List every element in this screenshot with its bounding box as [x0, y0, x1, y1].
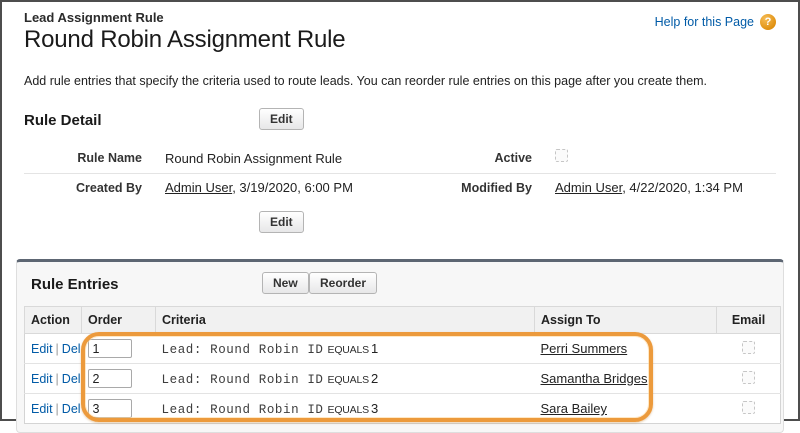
action-cell: Edit | Del	[24, 393, 82, 424]
action-cell: Edit | Del	[24, 333, 82, 364]
order-input[interactable]	[87, 369, 132, 388]
header-assign-to: Assign To	[534, 306, 717, 334]
rule-detail-heading: Rule Detail	[24, 112, 102, 129]
help-question-icon[interactable]: ?	[760, 14, 776, 30]
edit-button-bottom[interactable]: Edit	[259, 211, 304, 233]
salesforce-setup-page: { "page": { "breadcrumb": "Lead Assignme…	[0, 0, 800, 433]
rule-detail-fields: Rule Name Round Robin Assignment Rule Ac…	[24, 143, 776, 201]
action-separator: |	[55, 401, 59, 416]
assign-to-cell: Perri Summers	[534, 333, 717, 364]
detail-bottom-button-row: Edit	[24, 211, 776, 237]
criteria-field: Lead: Round Robin ID	[161, 402, 324, 417]
created-by-value: Admin User, 3/19/2020, 6:00 PM	[165, 180, 405, 195]
rule-entries-section: Rule Entries New Reorder Action Order Cr…	[16, 259, 784, 433]
created-by-user-link[interactable]: Admin User	[165, 180, 232, 195]
page-description: Add rule entries that specify the criter…	[24, 74, 708, 88]
rule-entries-header: Rule Entries New Reorder	[24, 272, 776, 298]
active-checkbox	[555, 149, 568, 162]
reorder-button[interactable]: Reorder	[309, 272, 378, 294]
assign-to-link[interactable]: Perri Summers	[541, 341, 628, 356]
rule-entries-table: Action Order Criteria Assign To Email Ed…	[24, 306, 781, 424]
order-cell	[81, 333, 156, 364]
order-input[interactable]	[87, 339, 132, 358]
criteria-cell: Lead: Round Robin ID EQUALS 3	[155, 393, 535, 424]
modified-by-date: , 4/22/2020, 1:34 PM	[622, 180, 743, 195]
modified-by-value: Admin User, 4/22/2020, 1:34 PM	[555, 180, 776, 195]
modified-by-user-link[interactable]: Admin User	[555, 180, 622, 195]
created-by-date: , 3/19/2020, 6:00 PM	[232, 180, 353, 195]
edit-link[interactable]: Edit	[31, 402, 53, 416]
criteria-field: Lead: Round Robin ID	[161, 342, 324, 357]
criteria-field: Lead: Round Robin ID	[161, 372, 324, 387]
criteria-operator: EQUALS	[327, 343, 370, 356]
active-checkbox-wrap	[555, 149, 776, 167]
table-row: Edit|Del Lead: Round Robin IDEQUALS1 Per…	[24, 333, 781, 364]
criteria-value: 1	[370, 340, 379, 356]
email-cell	[716, 363, 781, 394]
criteria-operator: EQUALS	[327, 403, 370, 416]
modified-by-label: Modified By	[461, 180, 532, 195]
order-cell	[81, 393, 156, 424]
email-cell	[716, 393, 781, 424]
criteria-value: 3	[370, 400, 379, 416]
del-link[interactable]: Del	[62, 372, 81, 386]
criteria-value: 2	[370, 370, 379, 386]
edit-link[interactable]: Edit	[31, 342, 53, 356]
action-separator: |	[55, 341, 59, 356]
criteria-cell: Lead: Round Robin ID EQUALS 2	[155, 363, 535, 394]
detail-row-2: Created By Admin User, 3/19/2020, 6:00 P…	[24, 174, 776, 201]
new-button[interactable]: New	[262, 272, 309, 294]
assign-to-link[interactable]: Samantha Bridges	[541, 371, 648, 386]
table-row: Edit|Del Lead: Round Robin IDEQUALS3 Sar…	[24, 393, 781, 424]
header-email: Email	[716, 306, 781, 334]
assign-to-link[interactable]: Sara Bailey	[541, 401, 607, 416]
header-action: Action	[24, 306, 82, 334]
active-label: Active	[494, 151, 532, 165]
assign-to-cell: Sara Bailey	[534, 393, 717, 424]
edit-link[interactable]: Edit	[31, 372, 53, 386]
action-cell: Edit | Del	[24, 363, 82, 394]
del-link[interactable]: Del	[62, 402, 81, 416]
email-checkbox	[741, 400, 755, 414]
table-row: Edit|Del Lead: Round Robin IDEQUALS2 Sam…	[24, 363, 781, 394]
assign-to-cell: Samantha Bridges	[534, 363, 717, 394]
order-input[interactable]	[87, 399, 132, 418]
page: Lead Assignment Rule Round Robin Assignm…	[2, 2, 798, 237]
rule-detail-section: Rule Detail Edit Rule Name Round Robin A…	[24, 108, 776, 237]
email-checkbox	[741, 340, 755, 354]
detail-row-1: Rule Name Round Robin Assignment Rule Ac…	[24, 143, 776, 174]
email-cell	[716, 333, 781, 364]
rule-name-value: Round Robin Assignment Rule	[165, 150, 343, 166]
order-cell	[81, 363, 156, 394]
header-order: Order	[81, 306, 156, 334]
criteria-operator: EQUALS	[327, 373, 370, 386]
table-header-row: Action Order Criteria Assign To Email	[24, 306, 781, 334]
email-checkbox	[741, 370, 755, 384]
created-by-label: Created By	[76, 180, 142, 195]
header-criteria: Criteria	[155, 306, 535, 334]
rule-entries-heading: Rule Entries	[31, 276, 119, 293]
edit-button-top[interactable]: Edit	[259, 108, 304, 130]
help-link-label: Help for this Page	[654, 15, 754, 29]
criteria-cell: Lead: Round Robin ID EQUALS 1	[155, 333, 535, 364]
help-link[interactable]: Help for this Page ?	[655, 14, 776, 30]
action-separator: |	[55, 371, 59, 386]
del-link[interactable]: Del	[62, 342, 81, 356]
page-title: Round Robin Assignment Rule	[24, 26, 346, 53]
rule-name-label: Rule Name	[77, 151, 142, 165]
